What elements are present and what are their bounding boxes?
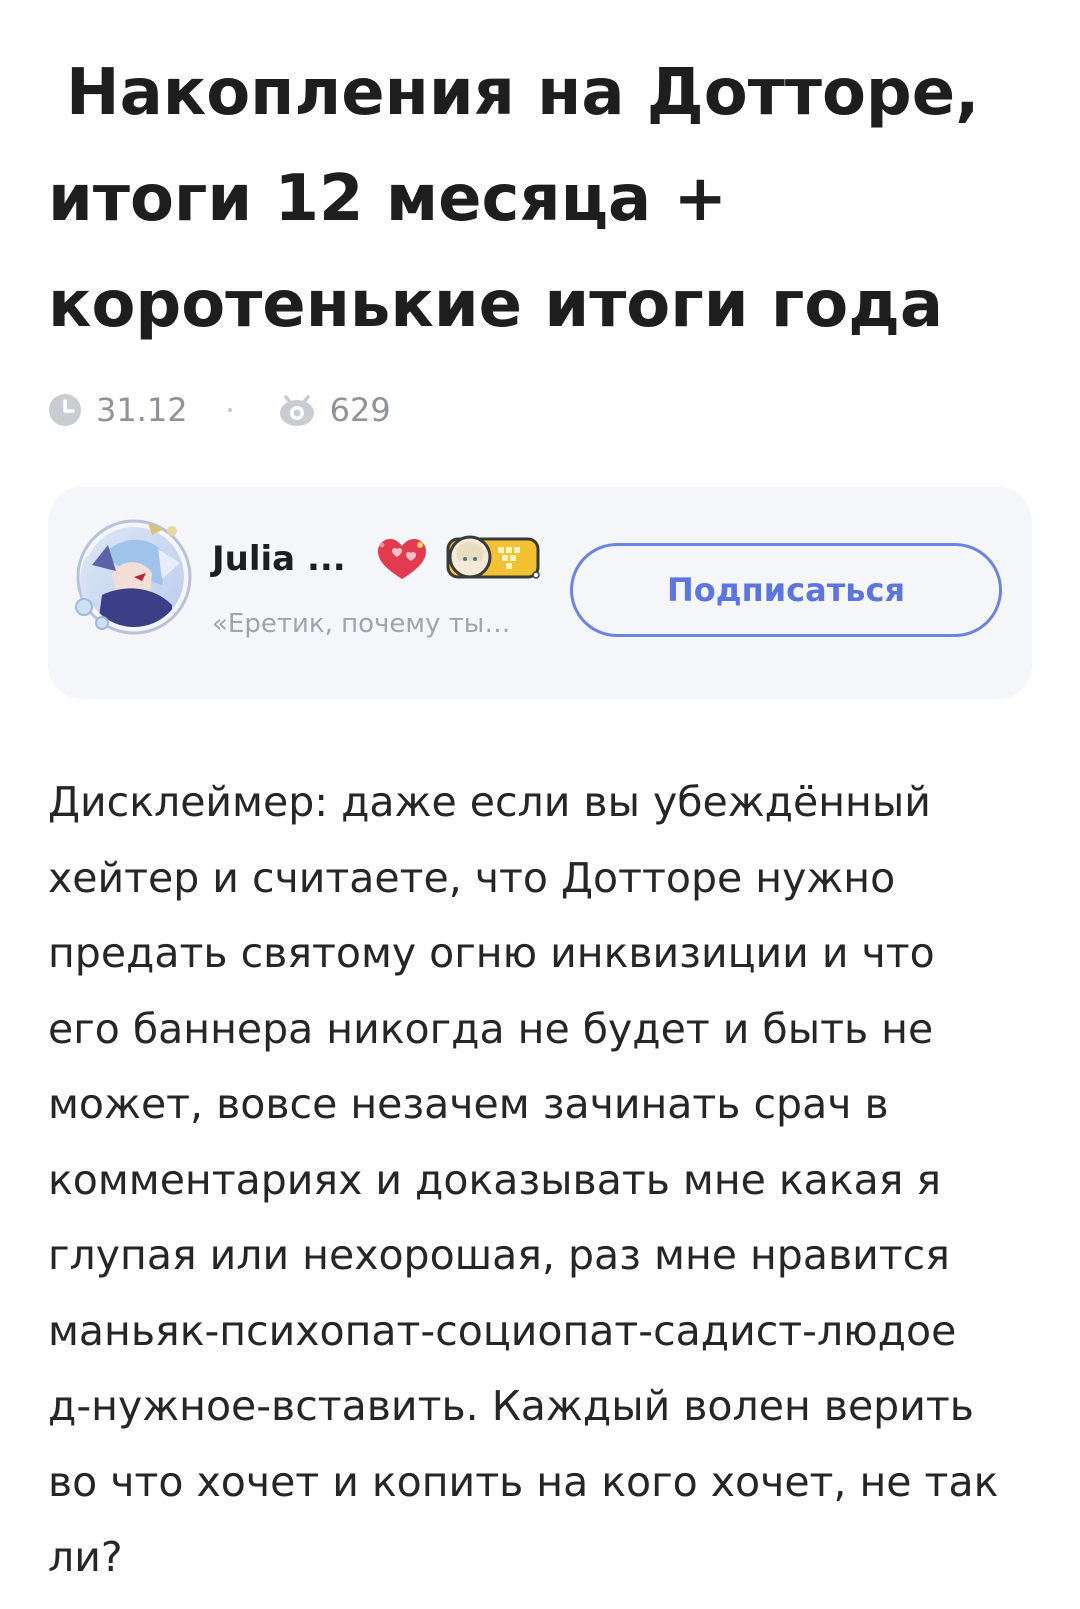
character-frame-icon xyxy=(446,533,542,583)
body-line: д-нужное-вставить. Каждый волен верить xyxy=(48,1382,974,1430)
views-meta: 629 xyxy=(278,391,391,429)
article-views: 629 xyxy=(329,391,391,429)
author-status: «Еретик, почему ты… xyxy=(212,609,511,639)
body-line: комментариях и доказывать мне какая я xyxy=(48,1155,942,1204)
meta-separator xyxy=(227,408,232,412)
heart-badge-icon xyxy=(376,537,428,583)
body-line: предать святому огню инквизиции и что xyxy=(48,929,935,977)
article-page: Накопления на Дотторе, итоги 12 месяца +… xyxy=(0,0,1080,1609)
article-title-line: коротенькие итоги года xyxy=(48,268,944,342)
subscribe-button[interactable]: Подписаться xyxy=(570,543,1002,637)
article-date: 31.12 xyxy=(96,391,188,429)
body-line: хейтер и считаете, что Дотторе нужно xyxy=(48,853,896,902)
article-meta: 31.12 629 xyxy=(48,385,391,435)
author-name[interactable]: Julia ... xyxy=(212,539,346,579)
body-line: Дисклеймер: даже если вы убеждённый xyxy=(48,778,931,826)
author-card: Julia ... «Еретик, почему ты… Подписатьс… xyxy=(48,487,1032,699)
body-line: глупая или нехорошая, раз мне нравится xyxy=(48,1231,950,1279)
body-line: маньяк-психопат-социопат-садист-людое xyxy=(48,1306,957,1355)
date-meta: 31.12 xyxy=(48,391,188,429)
avatar[interactable] xyxy=(72,515,222,665)
article-title-line: Накопления на Дотторе, xyxy=(66,56,980,130)
body-line: может, вовсе незачем зачинать срач в xyxy=(48,1080,889,1128)
article-title: Накопления на Дотторе, итоги 12 месяца +… xyxy=(48,40,1038,358)
eye-icon xyxy=(278,393,316,427)
body-line: во что хочет и копить на кого хочет, не … xyxy=(48,1457,999,1506)
body-line: его баннера никогда не будет и быть не xyxy=(48,1004,934,1053)
body-line: ли? xyxy=(48,1533,123,1581)
article-body: Дисклеймер: даже если вы убеждённый хейт… xyxy=(48,765,1048,1596)
clock-icon xyxy=(48,393,82,427)
article-title-line: итоги 12 месяца + xyxy=(48,162,728,236)
